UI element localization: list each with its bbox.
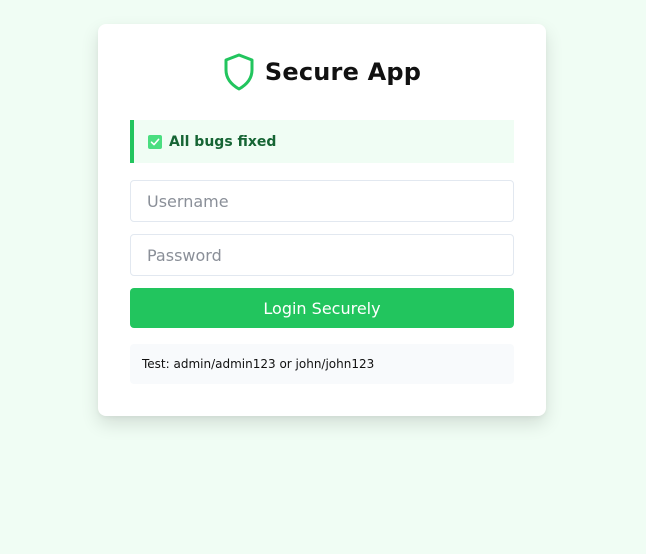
test-credentials-hint: Test: admin/admin123 or john/john123 xyxy=(130,344,514,384)
username-input[interactable] xyxy=(130,180,514,222)
shield-icon xyxy=(223,53,255,91)
app-title: Secure App xyxy=(264,58,422,86)
password-input[interactable] xyxy=(130,234,514,276)
card-header: Secure App xyxy=(130,24,514,120)
login-button[interactable]: Login Securely xyxy=(130,288,514,328)
login-card: Secure App All bugs fixed Login Securely… xyxy=(98,24,546,416)
checkbox-check-icon xyxy=(148,134,162,149)
success-alert: All bugs fixed xyxy=(130,120,514,163)
alert-text: All bugs fixed xyxy=(169,133,277,150)
